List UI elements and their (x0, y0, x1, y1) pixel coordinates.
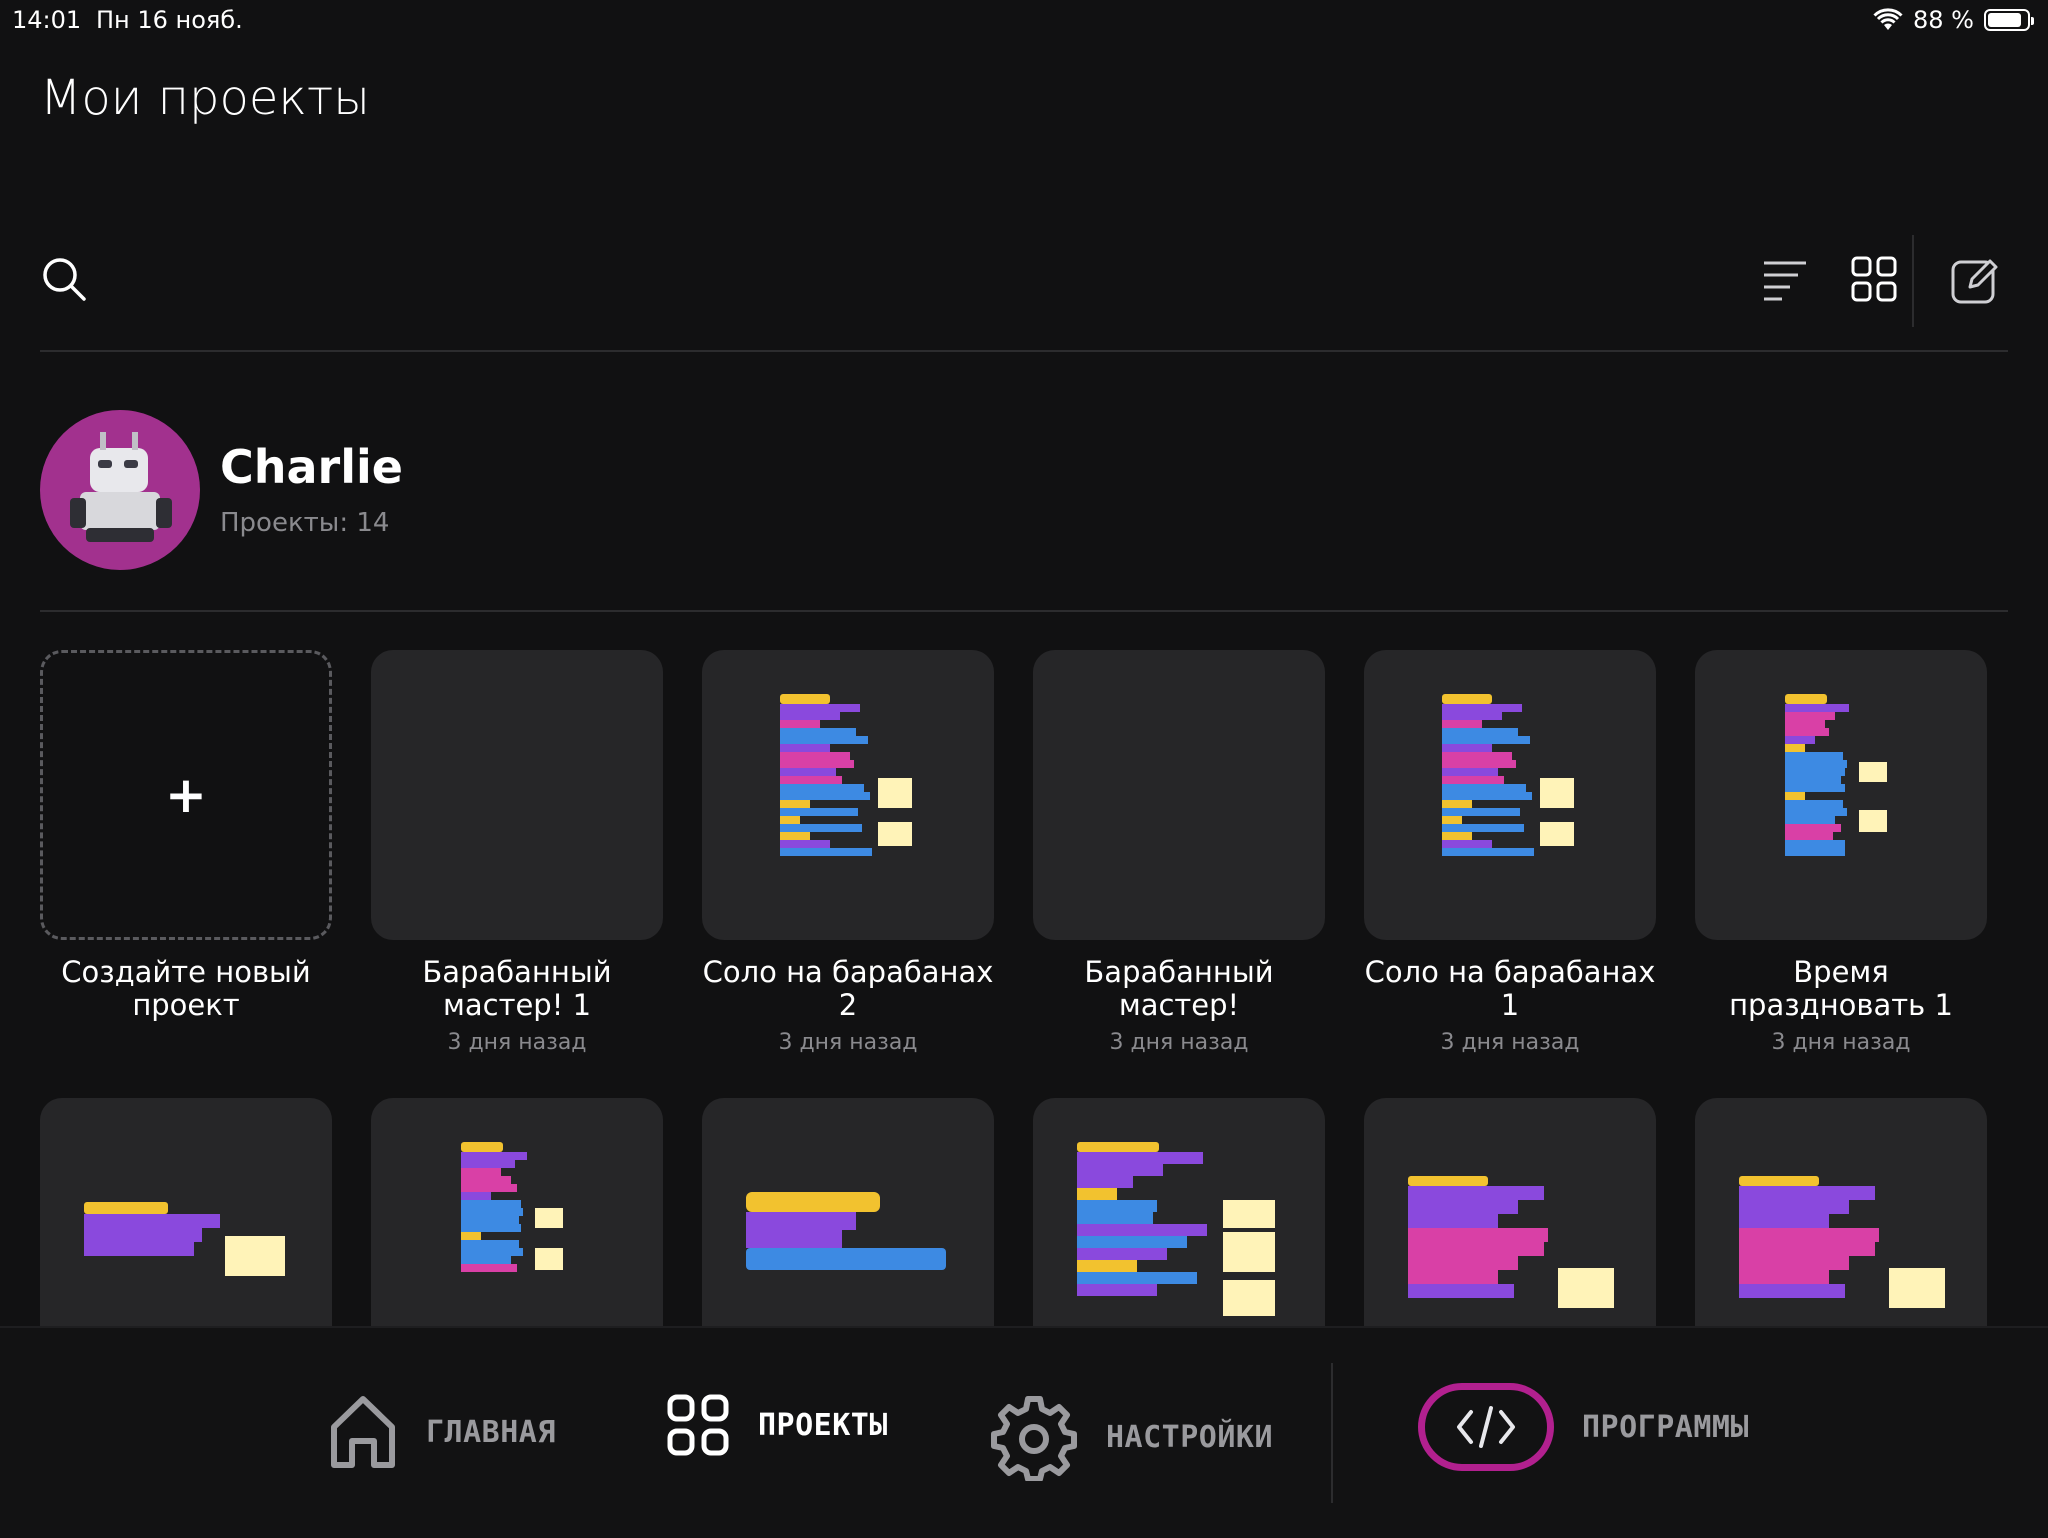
code-blocks-preview (1077, 1142, 1275, 1316)
project-thumbnail[interactable] (1364, 650, 1656, 940)
tab-projects-label: ПРОЕКТЫ (758, 1407, 888, 1443)
project-card[interactable] (702, 1098, 994, 1326)
status-time: 14:01 (12, 6, 82, 34)
project-thumbnail[interactable] (371, 1098, 663, 1326)
tab-projects[interactable]: ПРОЕКТЫ (666, 1393, 888, 1457)
project-card[interactable] (40, 1098, 332, 1326)
battery-icon (1984, 9, 2034, 31)
search-icon[interactable] (40, 255, 88, 303)
project-card[interactable]: Барабанный мастер! 3 дня назад (1033, 650, 1325, 1055)
project-card[interactable]: Соло на барабанах 2 3 дня назад (702, 650, 994, 1055)
project-date: 3 дня назад (1109, 1030, 1249, 1055)
code-icon (1457, 1406, 1515, 1448)
profile-name: Charlie (220, 440, 403, 494)
project-thumbnail[interactable] (1695, 650, 1987, 940)
project-title: Время праздновать 1 (1729, 955, 1953, 1022)
plus-icon: + (165, 766, 207, 824)
project-title: Соло на барабанах 1 (1364, 955, 1656, 1022)
project-thumbnail[interactable] (371, 650, 663, 940)
toolbar-divider (1912, 235, 1914, 327)
project-title: Барабанный мастер! (1084, 955, 1274, 1022)
tab-home[interactable]: ГЛАВНАЯ (328, 1393, 556, 1471)
project-date: 3 дня назад (1771, 1030, 1911, 1055)
battery-percent: 88 % (1913, 6, 1974, 34)
toolbar (40, 235, 2008, 352)
project-title: Соло на барабанах 2 (702, 955, 994, 1022)
tab-settings[interactable]: НАСТРОЙКИ (990, 1393, 1273, 1481)
bottom-tab-bar: ГЛАВНАЯ ПРОЕКТЫ НАСТРОЙКИ ПРОГРАММЫ (0, 1326, 2048, 1538)
programs-button[interactable] (1418, 1383, 1554, 1471)
project-card[interactable]: Барабанный мастер! 1 3 дня назад (371, 650, 663, 1055)
project-grid: + Создайте новый проект Барабанный масте… (40, 650, 1990, 1326)
code-blocks-preview (1442, 694, 1574, 856)
code-blocks-preview (1785, 694, 1887, 856)
avatar[interactable] (40, 410, 200, 570)
project-thumbnail[interactable] (1033, 1098, 1325, 1326)
code-blocks-preview (1739, 1176, 1945, 1308)
code-blocks-preview (461, 1142, 563, 1272)
battery-fill (1988, 13, 2021, 27)
project-thumbnail[interactable] (1364, 1098, 1656, 1326)
project-date: 3 дня назад (447, 1030, 587, 1055)
project-card[interactable] (1033, 1098, 1325, 1326)
code-blocks-preview (84, 1202, 285, 1276)
project-card[interactable] (1695, 1098, 1987, 1326)
profile-section: Charlie Проекты: 14 (40, 410, 2008, 612)
robot-avatar-icon (70, 432, 172, 542)
gear-icon (991, 1396, 1077, 1481)
project-title: Создайте новый проект (61, 955, 311, 1022)
project-title: Барабанный мастер! 1 (422, 955, 612, 1022)
tab-programs[interactable]: ПРОГРАММЫ (1418, 1383, 1749, 1471)
status-right: 88 % (1873, 6, 2034, 34)
new-project-thumbnail[interactable]: + (40, 650, 332, 940)
profile-project-count: Проекты: 14 (220, 508, 390, 538)
project-card[interactable] (371, 1098, 663, 1326)
project-date: 3 дня назад (1440, 1030, 1580, 1055)
tab-home-label: ГЛАВНАЯ (426, 1414, 556, 1450)
new-project-card[interactable]: + Создайте новый проект (40, 650, 332, 1022)
project-thumbnail[interactable] (702, 1098, 994, 1326)
project-date: 3 дня назад (778, 1030, 918, 1055)
tab-programs-label: ПРОГРАММЫ (1582, 1409, 1750, 1445)
project-thumbnail[interactable] (1033, 650, 1325, 940)
project-card[interactable]: Время праздновать 1 3 дня назад (1695, 650, 1987, 1055)
status-date: Пн 16 нояб. (96, 6, 243, 34)
page-title: Мои проекты (40, 70, 370, 126)
sort-list-icon[interactable] (1762, 257, 1808, 303)
tab-divider (1331, 1363, 1333, 1503)
grid-icon (667, 1394, 729, 1456)
grid-view-icon[interactable] (1850, 255, 1898, 303)
edit-icon[interactable] (1950, 255, 2000, 305)
tab-settings-label: НАСТРОЙКИ (1106, 1419, 1274, 1455)
home-icon (331, 1396, 395, 1468)
wifi-icon (1873, 8, 1903, 30)
project-thumbnail[interactable] (702, 650, 994, 940)
project-card[interactable] (1364, 1098, 1656, 1326)
project-thumbnail[interactable] (1695, 1098, 1987, 1326)
code-blocks-preview (746, 1192, 946, 1270)
code-blocks-preview (1408, 1176, 1614, 1308)
project-thumbnail[interactable] (40, 1098, 332, 1326)
status-bar: 14:01 Пн 16 нояб. 88 % (0, 0, 2048, 40)
project-card[interactable]: Соло на барабанах 1 3 дня назад (1364, 650, 1656, 1055)
code-blocks-preview (780, 694, 912, 856)
